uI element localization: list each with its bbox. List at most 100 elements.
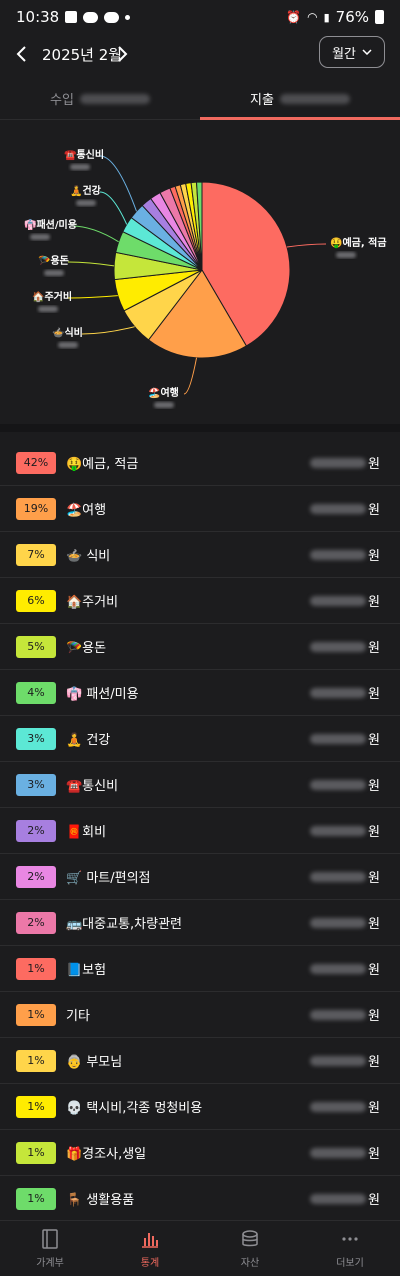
message-icon xyxy=(104,11,120,23)
callout-label: 🧘건강 xyxy=(70,184,102,197)
category-name: 👵 부모님 xyxy=(66,1055,123,1070)
tab-expense[interactable]: 지출 xyxy=(200,78,400,120)
chevron-left-icon xyxy=(16,46,26,62)
list-item[interactable]: 5% 🪂용돈 원 xyxy=(0,624,400,670)
callout-leader-line xyxy=(81,326,135,335)
callout-amount-redacted xyxy=(38,306,58,312)
currency-unit: 원 xyxy=(368,733,380,748)
list-item[interactable]: 3% ☎️통신비 원 xyxy=(0,762,400,808)
alarm-icon: ⏰ xyxy=(286,10,302,24)
list-item[interactable]: 6% 🏠주거비 원 xyxy=(0,578,400,624)
callout-leader-line xyxy=(286,243,327,248)
amount-redacted xyxy=(310,917,366,928)
list-item[interactable]: 2% 🧧회비 원 xyxy=(0,808,400,854)
category-name: 🧘 건강 xyxy=(66,733,111,748)
percent-badge: 5% xyxy=(16,635,56,658)
callout-label: 🏖️여행 xyxy=(148,386,179,399)
list-item[interactable]: 3% 🧘 건강 원 xyxy=(0,716,400,762)
category-name: 🤑예금, 적금 xyxy=(66,457,139,472)
list-item[interactable]: 2% 🚌대중교통,차량관련 원 xyxy=(0,900,400,946)
currency-unit: 원 xyxy=(368,595,380,610)
category-name: 🍲 식비 xyxy=(66,549,111,564)
currency-unit: 원 xyxy=(368,687,380,702)
percent-badge: 2% xyxy=(16,819,56,842)
nav-stats[interactable]: 통계 xyxy=(100,1221,200,1276)
list-item[interactable]: 1% 👵 부모님 원 xyxy=(0,1038,400,1084)
coins-icon xyxy=(242,1230,258,1247)
percent-badge: 3% xyxy=(16,773,56,796)
callout-amount-redacted xyxy=(76,200,96,206)
nav-more-label: 더보기 xyxy=(336,1258,364,1269)
nav-stats-label: 통계 xyxy=(140,1258,160,1269)
period-select[interactable]: 월간 xyxy=(319,36,385,68)
amount-redacted xyxy=(310,1009,366,1020)
category-name: 🪂용돈 xyxy=(66,641,107,656)
list-item[interactable]: 4% 👘 패션/미용 원 xyxy=(0,670,400,716)
category-name: 🏖️여행 xyxy=(66,503,107,518)
category-name: 🚌대중교통,차량관련 xyxy=(66,917,182,932)
percent-badge: 6% xyxy=(16,589,56,612)
category-list: 42% 🤑예금, 적금 원 19% 🏖️여행 원 7% 🍲 식비 원 6% 🏠주거비 원 5% 🪂용돈 원 4… xyxy=(0,440,400,1222)
prev-month-button[interactable] xyxy=(10,42,34,66)
amount-redacted xyxy=(310,641,366,652)
amount-redacted xyxy=(310,779,366,790)
currency-unit: 원 xyxy=(368,825,380,840)
category-name: 💀 택시비,각종 멍청비용 xyxy=(66,1101,203,1116)
nav-more[interactable]: 더보기 xyxy=(300,1221,400,1276)
callout-amount-redacted xyxy=(336,252,356,258)
category-name: 👘 패션/미용 xyxy=(66,687,139,702)
callout-amount-redacted xyxy=(154,402,174,408)
percent-badge: 1% xyxy=(16,1049,56,1072)
period-label: 월간 xyxy=(332,45,356,61)
callout-label: 🏠주거비 xyxy=(32,290,72,303)
currency-unit: 원 xyxy=(368,1193,380,1208)
amount-redacted xyxy=(310,825,366,836)
list-item[interactable]: 1% 💀 택시비,각종 멍청비용 원 xyxy=(0,1084,400,1130)
nav-assets[interactable]: 자산 xyxy=(200,1221,300,1276)
nav-ledger-label: 가계부 xyxy=(36,1258,64,1269)
amount-redacted xyxy=(310,963,366,974)
currency-unit: 원 xyxy=(368,1101,380,1116)
percent-badge: 3% xyxy=(16,727,56,750)
percent-badge: 19% xyxy=(16,497,56,520)
percent-badge: 1% xyxy=(16,1141,56,1164)
tab-income[interactable]: 수입 xyxy=(0,78,200,119)
list-item[interactable]: 2% 🛒 마트/편의점 원 xyxy=(0,854,400,900)
category-name: ☎️통신비 xyxy=(66,779,119,794)
amount-redacted xyxy=(310,1101,366,1112)
category-name: 🛒 마트/편의점 xyxy=(66,871,151,886)
list-item[interactable]: 1% 🎁경조사,생일 원 xyxy=(0,1130,400,1176)
currency-unit: 원 xyxy=(368,871,380,886)
currency-unit: 원 xyxy=(368,503,380,518)
amount-redacted xyxy=(310,1055,366,1066)
status-time: 10:38 xyxy=(16,8,60,26)
next-month-button[interactable] xyxy=(110,42,134,66)
category-name: 기타 xyxy=(66,1009,90,1024)
expense-amount-redacted xyxy=(279,93,350,104)
more-icon xyxy=(342,1237,358,1241)
callout-leader-line xyxy=(99,191,128,225)
list-item[interactable]: 42% 🤑예금, 적금 원 xyxy=(0,440,400,486)
callout-label: 🍲식비 xyxy=(52,326,83,339)
percent-badge: 1% xyxy=(16,957,56,980)
nav-ledger[interactable]: 가계부 xyxy=(0,1221,100,1276)
amount-redacted xyxy=(310,687,366,698)
list-item[interactable]: 1% 기타 원 xyxy=(0,992,400,1038)
percent-badge: 2% xyxy=(16,911,56,934)
chat-icon xyxy=(83,11,99,23)
amount-redacted xyxy=(310,595,366,606)
list-item[interactable]: 7% 🍲 식비 원 xyxy=(0,532,400,578)
amount-redacted xyxy=(310,871,366,882)
percent-badge: 2% xyxy=(16,865,56,888)
category-name: 🧧회비 xyxy=(66,825,107,840)
category-name: 📘보험 xyxy=(66,963,107,978)
percent-badge: 42% xyxy=(16,451,56,474)
list-item[interactable]: 1% 🪑 생활용품 원 xyxy=(0,1176,400,1222)
currency-unit: 원 xyxy=(368,641,380,656)
list-item[interactable]: 19% 🏖️여행 원 xyxy=(0,486,400,532)
battery-level: 76% xyxy=(335,8,369,26)
percent-badge: 1% xyxy=(16,1095,56,1118)
callout-label: ☎️통신비 xyxy=(64,148,104,161)
pie-chart-area: 🤑예금, 적금 🏖️여행 🍲식비 🏠주거비 🪂용돈 👘패션/미용 🧘건강 ☎️통신비 xyxy=(0,120,400,432)
list-item[interactable]: 1% 📘보험 원 xyxy=(0,946,400,992)
